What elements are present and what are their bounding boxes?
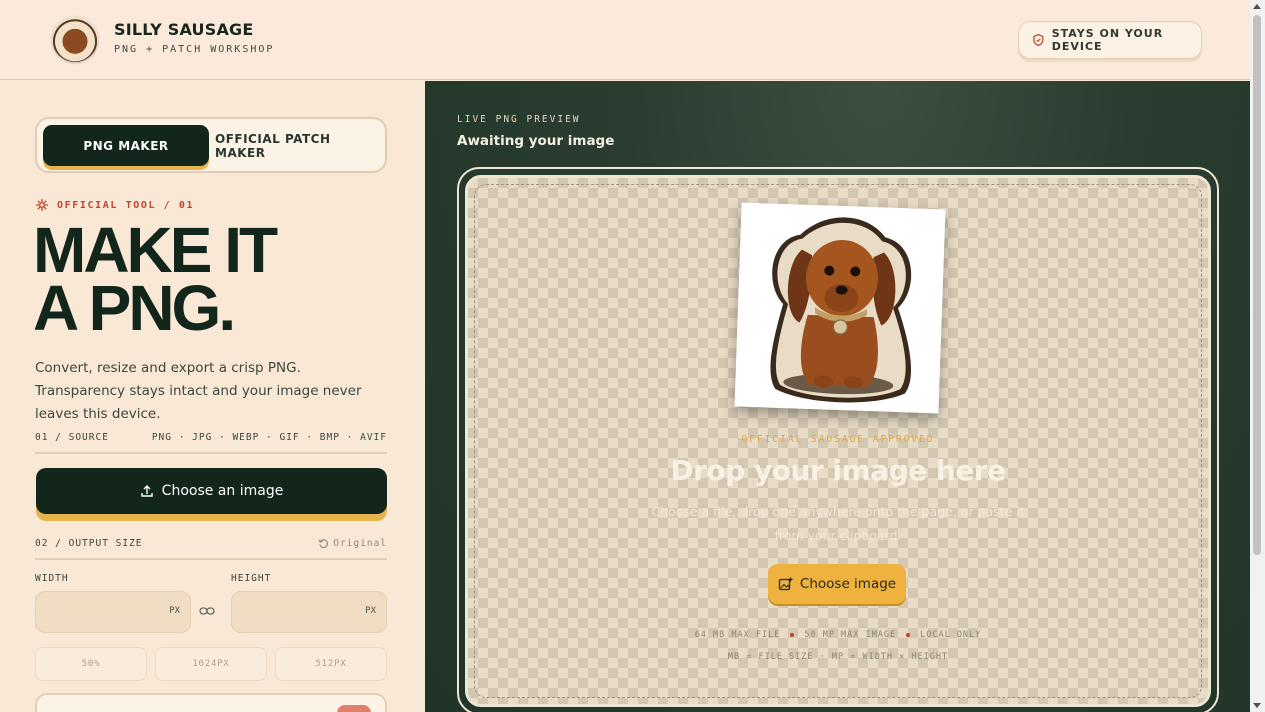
option-toggle[interactable] (337, 705, 371, 712)
tool-description: Convert, resize and export a crisp PNG. … (35, 360, 362, 422)
upload-icon (140, 485, 153, 497)
height-field[interactable]: PX (231, 591, 387, 633)
kicker-text: OFFICIAL TOOL / 01 (57, 199, 195, 211)
reset-icon (318, 539, 329, 548)
mode-tabs: PNG MAKER OFFICIAL PATCH MAKER (35, 117, 387, 173)
brand-logo[interactable] (52, 16, 98, 62)
width-field[interactable]: PX (35, 591, 191, 633)
device-badge-label: STAYS ON YOUR DEVICE (1051, 27, 1164, 53)
headline-line-1: MAKE IT (33, 214, 278, 286)
stays-on-device-badge: STAYS ON YOUR DEVICE (1018, 21, 1202, 59)
choose-image-label: Choose image (799, 576, 897, 592)
height-unit: PX (365, 606, 376, 616)
sparkle-icon (36, 199, 48, 211)
drop-title: Drop your image here (670, 454, 1006, 487)
tab-png-maker[interactable]: PNG MAKER (43, 125, 209, 166)
preset-512px[interactable]: 512PX (275, 647, 387, 681)
shield-icon (1033, 33, 1044, 47)
choose-an-image-label: Choose an image (161, 483, 284, 499)
headline-line-2: A PNG. (33, 272, 236, 344)
output-size-section-header: 02 / OUTPUT SIZE Original (35, 538, 387, 560)
choose-image-button[interactable]: Choose image (768, 564, 906, 604)
height-label: HEIGHT (231, 573, 272, 584)
preview-status: Awaiting your image (457, 133, 615, 149)
preview-panel: LIVE PNG PREVIEW Awaiting your image OFF… (425, 81, 1250, 712)
drop-instructions: Choose a file, drop one anywhere onto th… (651, 504, 1025, 543)
tool-kicker: OFFICIAL TOOL / 01 (35, 198, 194, 212)
width-unit: PX (169, 606, 180, 616)
drop-zone[interactable]: OFFICIAL SAUSAGE APPROVED Drop your imag… (465, 175, 1211, 707)
brand-name: SILLY SAUSAGE (114, 20, 254, 39)
separator-dot (790, 632, 795, 637)
brand-subtitle: PNG + PATCH WORKSHOP (114, 44, 275, 55)
file-limits: 64 MB MAX FILE 50 MP MAX IMAGE LOCAL ONLY (468, 630, 1208, 640)
app-header: SILLY SAUSAGE PNG + PATCH WORKSHOP STAYS… (0, 0, 1250, 80)
supported-formats: PNG · JPG · WEBP · GIF · BMP · AVIF (151, 432, 387, 443)
width-label: WIDTH (35, 573, 69, 584)
tab-official-patch-maker[interactable]: OFFICIAL PATCH MAKER (215, 125, 381, 166)
link-aspect-icon[interactable] (199, 605, 215, 617)
dachshund-patch-image (734, 202, 946, 414)
max-image-limit: 50 MP MAX IMAGE (804, 630, 897, 640)
output-size-label: 02 / OUTPUT SIZE (35, 538, 143, 549)
preset-1024px[interactable]: 1024PX (155, 647, 267, 681)
scroll-down-arrow[interactable] (1253, 703, 1261, 708)
max-file-limit: 64 MB MAX FILE (694, 630, 781, 640)
preset-50-percent[interactable]: 50% (35, 647, 147, 681)
separator-dot (906, 632, 911, 637)
source-section-header: 01 / SOURCE PNG · JPG · WEBP · GIF · BMP… (35, 432, 387, 454)
options-card (35, 693, 387, 712)
image-add-icon (778, 577, 793, 590)
source-label: 01 / SOURCE (35, 432, 109, 443)
choose-an-image-button[interactable]: Choose an image (36, 468, 387, 514)
scroll-thumb[interactable] (1253, 15, 1261, 555)
live-preview-label: LIVE PNG PREVIEW (457, 114, 581, 125)
reset-label: Original (333, 538, 387, 549)
scroll-up-arrow[interactable] (1253, 4, 1261, 9)
reset-original-button[interactable]: Original (318, 538, 387, 549)
dachshund-patch-illustration (770, 217, 912, 403)
approved-label: OFFICIAL SAUSAGE APPROVED (741, 434, 935, 445)
controls-panel: PNG MAKER OFFICIAL PATCH MAKER OFFICIAL … (0, 81, 424, 712)
local-only-label: LOCAL ONLY (920, 630, 982, 640)
page-title: MAKE IT A PNG. (33, 214, 278, 344)
page-scrollbar[interactable] (1250, 0, 1265, 712)
units-legend: MB = FILE SIZE · MP = WIDTH × HEIGHT (727, 652, 949, 662)
